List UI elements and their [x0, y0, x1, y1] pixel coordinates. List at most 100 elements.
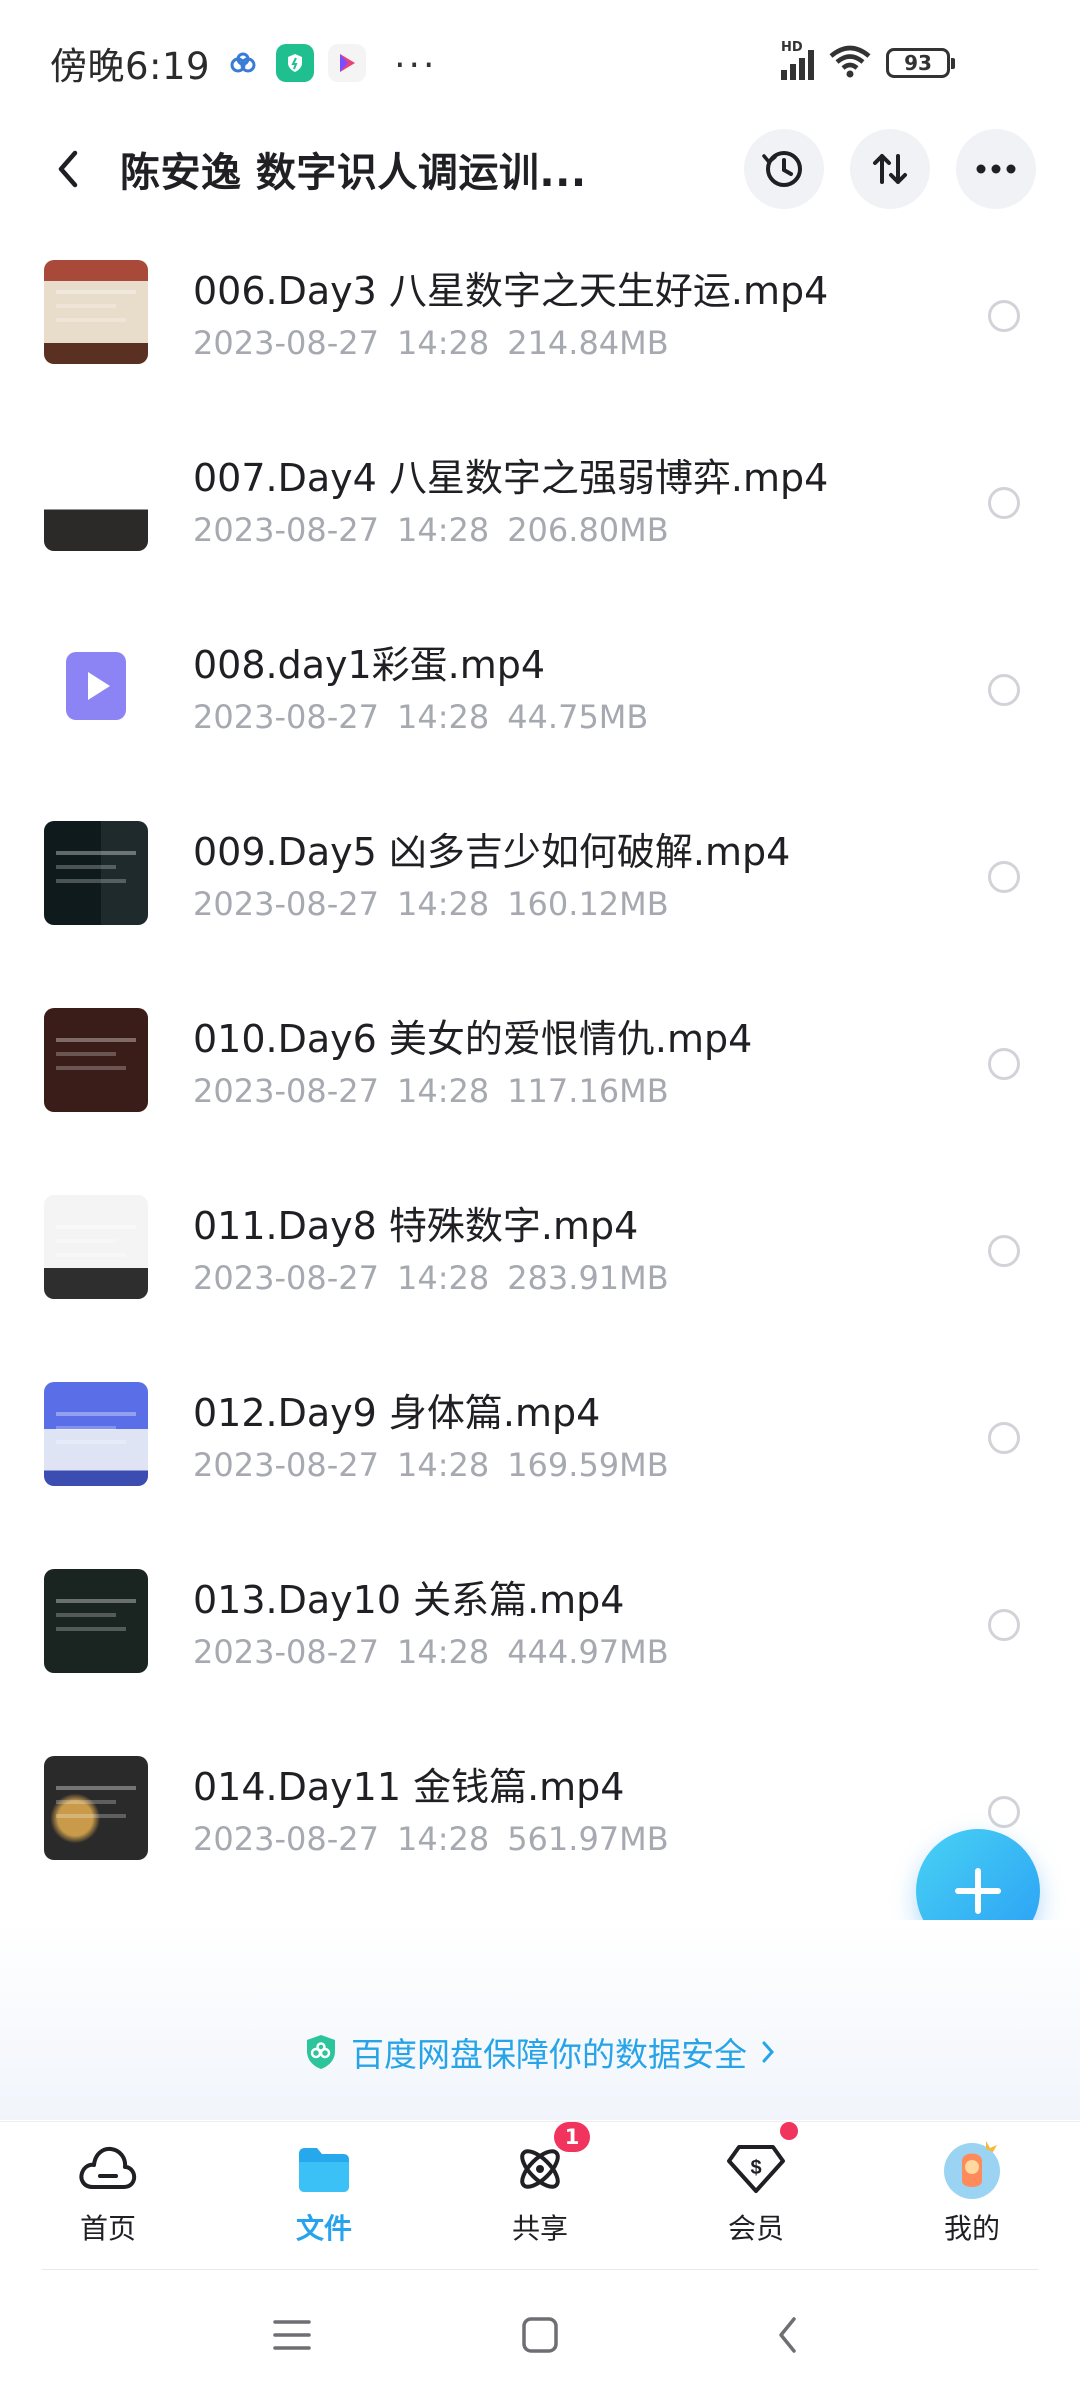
file-meta: 2023-08-27 14:28 444.97MB [193, 1633, 669, 1671]
tab-me[interactable]: 我的 [892, 2122, 1052, 2270]
file-date: 2023-08-27 [193, 1072, 379, 1110]
home-button[interactable] [500, 2301, 580, 2369]
safety-band [0, 1920, 1080, 2120]
select-radio[interactable] [988, 1235, 1020, 1267]
video-thumbnail [44, 1756, 148, 1860]
data-safety-link[interactable]: 百度网盘保障你的数据安全 [0, 2024, 1080, 2080]
file-name: 011.Day8 特殊数字.mp4 [193, 1204, 639, 1248]
file-date: 2023-08-27 [193, 1820, 379, 1858]
nav-divider [42, 2269, 1038, 2270]
status-notification-icons: ... [224, 38, 437, 88]
video-thumbnail [44, 1008, 148, 1112]
file-time: 14:28 [396, 885, 490, 923]
file-time: 14:28 [396, 511, 490, 549]
bottom-tab-bar: 首页 文件 1 共享 $ 会员 我的 [0, 2121, 1080, 2269]
video-thumbnail [44, 821, 148, 925]
file-list-item[interactable]: 006.Day3 八星数字之天生好运.mp4 2023-08-27 14:28 214… [0, 220, 1080, 407]
file-size: 44.75MB [507, 698, 649, 736]
back-arrow-icon [58, 150, 78, 188]
file-size: 444.97MB [507, 1633, 669, 1671]
select-radio[interactable] [988, 1796, 1020, 1828]
select-radio[interactable] [988, 1422, 1020, 1454]
header: 陈安逸 数字识人调运训... [0, 126, 1080, 212]
file-meta: 2023-08-27 14:28 169.59MB [193, 1446, 669, 1484]
file-meta: 2023-08-27 14:28 44.75MB [193, 698, 648, 736]
file-list-item[interactable]: 013.Day10 关系篇.mp4 2023-08-27 14:28 444.97MB [0, 1529, 1080, 1716]
header-actions [744, 126, 1036, 212]
file-name: 013.Day10 关系篇.mp4 [193, 1578, 625, 1622]
file-size: 206.80MB [507, 511, 669, 549]
data-safety-text: 百度网盘保障你的数据安全 [351, 2035, 747, 2074]
file-name: 014.Day11 金钱篇.mp4 [193, 1765, 625, 1809]
file-name: 010.Day6 美女的爱恨情仇.mp4 [193, 1017, 753, 1061]
avatar [937, 2134, 1007, 2204]
status-right: HD 93 [781, 40, 1030, 82]
folder-icon [289, 2134, 359, 2204]
tab-share[interactable]: 1 共享 [460, 2122, 620, 2270]
file-meta: 2023-08-27 14:28 117.16MB [193, 1072, 669, 1110]
shield-icon [307, 2035, 335, 2069]
back-button[interactable] [28, 126, 108, 212]
tab-share-label: 共享 [511, 2212, 568, 2245]
tab-home[interactable]: 首页 [28, 2122, 188, 2270]
tab-me-label: 我的 [943, 2212, 1000, 2245]
history-icon [762, 151, 802, 187]
share-notification-badge: 1 [554, 2122, 590, 2152]
file-meta: 2023-08-27 14:28 160.12MB [193, 885, 669, 923]
file-size: 160.12MB [507, 885, 669, 923]
select-radio[interactable] [988, 1609, 1020, 1641]
file-size: 283.91MB [507, 1259, 669, 1297]
file-meta: 2023-08-27 14:28 561.97MB [193, 1820, 669, 1858]
file-list-item[interactable]: 012.Day9 身体篇.mp4 2023-08-27 14:28 169.59MB [0, 1342, 1080, 1529]
more-options-button[interactable] [956, 129, 1036, 209]
video-thumbnail [44, 1382, 148, 1486]
status-bar: 傍晚6:19 ... HD 93 [0, 0, 1080, 126]
back-chevron-icon [779, 2317, 796, 2353]
cloud-icon [73, 2134, 143, 2204]
menu-icon [273, 2320, 311, 2350]
more-notifications-icon: ... [394, 35, 438, 76]
file-size: 117.16MB [507, 1072, 669, 1110]
file-list-item[interactable]: 007.Day4 八星数字之强弱博弈.mp4 2023-08-27 14:28 206… [0, 407, 1080, 594]
file-time: 14:28 [396, 1820, 490, 1858]
file-size: 561.97MB [507, 1820, 669, 1858]
tab-vip-label: 会员 [727, 2212, 784, 2245]
select-radio[interactable] [988, 674, 1020, 706]
system-back-button[interactable] [748, 2301, 828, 2369]
file-time: 14:28 [396, 1633, 490, 1671]
recent-apps-button[interactable] [252, 2301, 332, 2369]
plus-icon [955, 1868, 1001, 1914]
file-name: 007.Day4 八星数字之强弱博弈.mp4 [193, 456, 829, 500]
more-dots-icon [976, 164, 1016, 174]
file-list-item[interactable]: 009.Day5 凶多吉少如何破解.mp4 2023-08-27 14:28 160.… [0, 781, 1080, 968]
file-size: 214.84MB [507, 324, 669, 362]
sort-button[interactable] [850, 129, 930, 209]
file-list-item[interactable]: 011.Day8 特殊数字.mp4 2023-08-27 14:28 283.91MB [0, 1155, 1080, 1342]
status-time: 傍晚6:19 [50, 45, 211, 88]
file-time: 14:28 [396, 1072, 490, 1110]
select-radio[interactable] [988, 487, 1020, 519]
network-label: HD [781, 40, 803, 55]
play-store-icon [328, 44, 367, 82]
file-date: 2023-08-27 [193, 511, 379, 549]
file-time: 14:28 [396, 1259, 490, 1297]
page-title: 陈安逸 数字识人调运训... [120, 150, 587, 196]
file-name: 009.Day5 凶多吉少如何破解.mp4 [193, 830, 791, 874]
select-radio[interactable] [988, 861, 1020, 893]
tab-files[interactable]: 文件 [244, 2122, 404, 2270]
file-list-item[interactable]: 008.day1彩蛋.mp4 2023-08-27 14:28 44.75MB [0, 594, 1080, 781]
file-date: 2023-08-27 [193, 885, 379, 923]
video-thumbnail [44, 1195, 148, 1299]
history-button[interactable] [744, 129, 824, 209]
file-list-item[interactable]: 010.Day6 美女的爱恨情仇.mp4 2023-08-27 14:28 117.1… [0, 968, 1080, 1155]
video-thumbnail [44, 1569, 148, 1673]
file-time: 14:28 [396, 1446, 490, 1484]
video-thumbnail [44, 260, 148, 364]
select-radio[interactable] [988, 1048, 1020, 1080]
vip-diamond-icon: $ [721, 2134, 791, 2204]
cloud-sync-icon [224, 44, 262, 82]
tab-vip[interactable]: $ 会员 [676, 2122, 836, 2270]
file-date: 2023-08-27 [193, 698, 379, 736]
select-radio[interactable] [988, 300, 1020, 332]
file-date: 2023-08-27 [193, 1446, 379, 1484]
